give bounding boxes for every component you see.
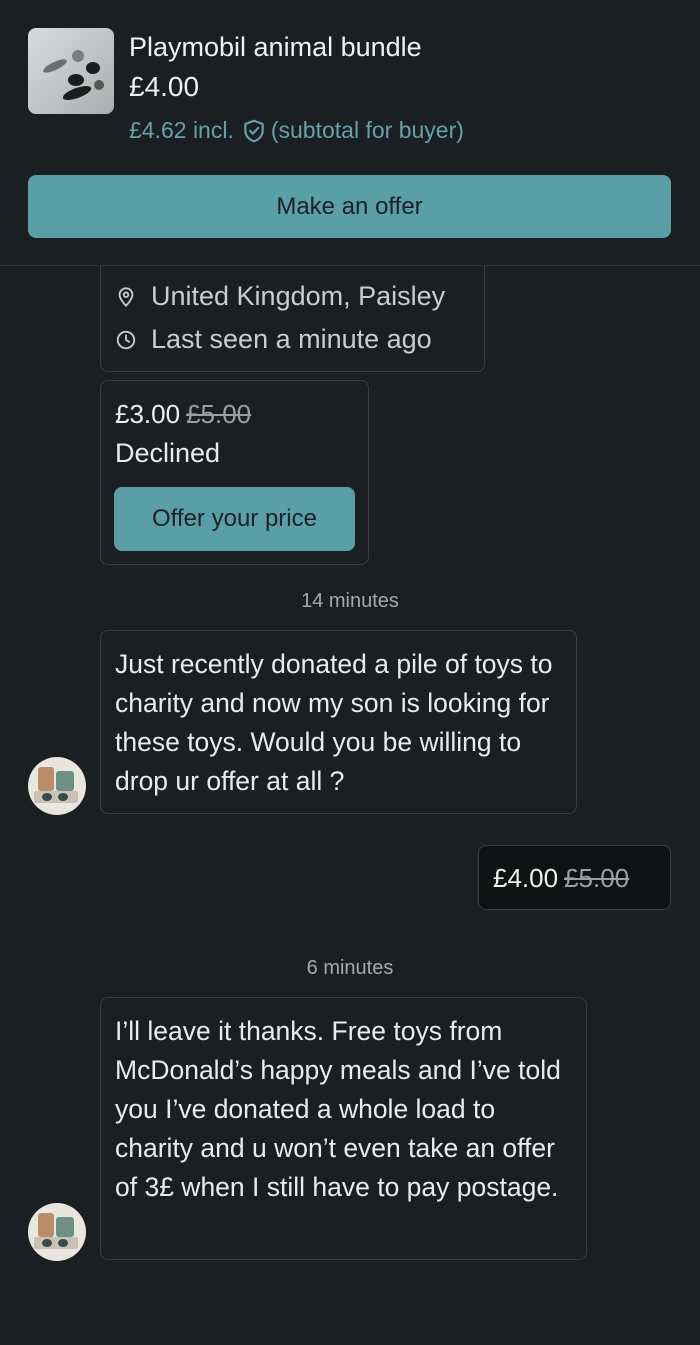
location-text: United Kingdom, Paisley	[151, 281, 446, 311]
offer-amount: £3.00 £5.00	[115, 399, 251, 430]
declined-offer-card: £3.00 £5.00 Declined Offer your price	[100, 380, 369, 565]
message-text: I’ll leave it thanks. Free toys from McD…	[115, 1016, 561, 1202]
message-timestamp: 6 minutes	[306, 957, 394, 979]
listing-title[interactable]: Playmobil animal bundle	[129, 32, 422, 63]
make-offer-button[interactable]: Make an offer	[28, 175, 671, 238]
shield-check-icon	[241, 118, 267, 144]
message-bubble: Just recently donated a pile of toys to …	[100, 630, 577, 814]
offer-status: Declined	[115, 438, 221, 468]
user-avatar[interactable]	[28, 757, 86, 815]
message-timestamp: 14 minutes	[301, 590, 399, 612]
offer-your-price-button[interactable]: Offer your price	[114, 487, 355, 551]
my-offer-bubble: £4.00 £5.00	[478, 845, 671, 910]
price-incl-text: £4.62 incl.	[129, 117, 234, 143]
message-text: Just recently donated a pile of toys to …	[115, 649, 553, 796]
message-bubble: I’ll leave it thanks. Free toys from McD…	[100, 997, 587, 1260]
map-pin-icon	[118, 286, 134, 307]
listing-thumbnail[interactable]	[28, 28, 114, 114]
offer-price: £4.00	[493, 863, 559, 893]
clock-icon	[116, 330, 136, 349]
buyer-price-info[interactable]: £4.62 incl. (subtotal for buyer)	[129, 117, 464, 144]
user-avatar[interactable]	[28, 1203, 86, 1261]
original-price: £5.00	[186, 399, 252, 429]
listing-price: £4.00	[129, 71, 200, 102]
location-row: United Kingdom, Paisley	[115, 281, 445, 312]
listing-header: Playmobil animal bundle £4.00 £4.62 incl…	[0, 0, 700, 266]
last-seen-text: Last seen a minute ago	[151, 324, 432, 354]
original-price: £5.00	[564, 863, 630, 893]
subtotal-note: (subtotal for buyer)	[270, 117, 464, 143]
last-seen-row: Last seen a minute ago	[115, 324, 432, 355]
offer-amount: £4.00 £5.00	[493, 863, 629, 894]
offer-price: £3.00	[115, 399, 181, 429]
